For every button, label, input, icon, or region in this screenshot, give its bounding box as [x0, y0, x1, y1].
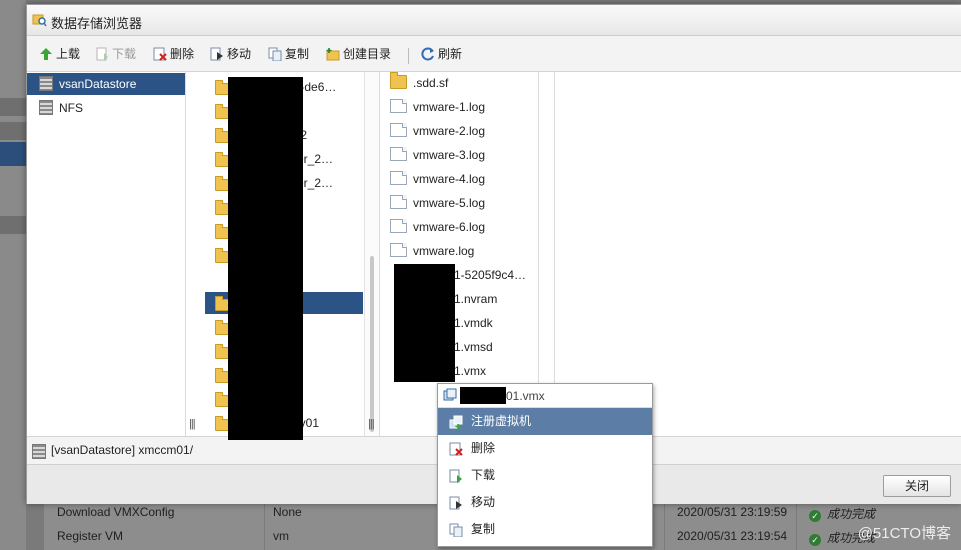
- task-time: 2020/05/31 23:19:54: [677, 529, 788, 543]
- download-icon: [96, 47, 108, 61]
- task-time: 2020/05/31 23:19:59: [677, 505, 788, 519]
- close-button[interactable]: 关闭: [883, 475, 951, 497]
- background-sidebar-item: [0, 122, 26, 140]
- task-name: Download VMXConfig: [57, 505, 175, 519]
- delete-menu-item[interactable]: 删除: [438, 435, 652, 462]
- file-item[interactable]: vmware.log: [390, 240, 474, 262]
- toolbar: 上载 下载 删除 移动 复制 创建目录 刷新: [27, 39, 961, 69]
- current-path: [vsanDatastore] xmccm01/: [51, 443, 194, 457]
- datastore-icon: [39, 100, 53, 115]
- file-item[interactable]: vmware-5.log: [390, 192, 485, 214]
- column-resize-grip[interactable]: |||: [189, 418, 196, 430]
- datastore-item-nfs[interactable]: NFS: [39, 97, 83, 119]
- copy-menu-item[interactable]: 复制: [438, 516, 652, 543]
- check-icon: ✓: [809, 510, 821, 522]
- folder-icon: [390, 72, 407, 89]
- upload-button[interactable]: 上载: [39, 46, 80, 64]
- check-icon: ✓: [809, 534, 821, 546]
- file-item[interactable]: 1-5205f9c4…: [454, 264, 526, 286]
- file-item[interactable]: vmware-4.log: [390, 168, 485, 190]
- move-button[interactable]: 移动: [210, 46, 251, 64]
- register-vm-menu-item[interactable]: 注册虚拟机: [438, 408, 652, 435]
- redaction-bar: [228, 77, 303, 440]
- upload-icon: [40, 48, 52, 60]
- task-target: vm: [273, 529, 289, 543]
- file-icon: [390, 99, 407, 113]
- file-item[interactable]: vmware-3.log: [390, 144, 485, 166]
- file-item[interactable]: 1.vmdk: [454, 312, 493, 334]
- context-menu-header: 01.vmx: [438, 384, 652, 408]
- file-icon: [390, 219, 407, 233]
- file-item[interactable]: 1.vmsd: [454, 336, 493, 358]
- redaction-bar: [460, 387, 506, 404]
- copy-icon: [268, 47, 282, 61]
- delete-icon: [153, 47, 167, 61]
- task-status: ✓ 成功完成: [809, 505, 875, 522]
- download-menu-item[interactable]: 下载: [438, 462, 652, 489]
- background-sidebar: [0, 0, 26, 550]
- context-menu: 01.vmx 注册虚拟机 删除 下载 移动 复制: [437, 383, 653, 547]
- delete-icon: [449, 442, 463, 456]
- dialog-titlebar[interactable]: 数据存储浏览器: [27, 5, 961, 36]
- download-button[interactable]: 下载: [95, 46, 136, 64]
- redaction-bar: [394, 264, 455, 382]
- copy-icon: [449, 523, 463, 537]
- datastore-icon: [39, 76, 53, 91]
- context-menu-filename: 01.vmx: [506, 389, 545, 403]
- file-item[interactable]: vmware-1.log: [390, 96, 485, 118]
- file-icon: [390, 171, 407, 185]
- datastore-browser-icon: [32, 14, 47, 27]
- datastore-icon: [32, 444, 46, 459]
- file-item[interactable]: vmware-6.log: [390, 216, 485, 238]
- file-list: .sdd.sf vmware-1.log vmware-2.log vmware…: [380, 72, 538, 436]
- background-sidebar-selected: [0, 142, 26, 166]
- download-icon: [449, 469, 462, 483]
- folder-list: a2-de6… 01 002 rver_2… rver_2… oxy01: [201, 72, 364, 440]
- background-sidebar-item: [0, 98, 26, 116]
- toolbar-separator: [408, 48, 409, 64]
- dialog-title: 数据存储浏览器: [51, 16, 143, 31]
- folder-scrollbar[interactable]: [364, 72, 379, 436]
- column-resize-grip[interactable]: |||: [368, 418, 375, 430]
- file-icon: [390, 123, 407, 137]
- file-icon: [390, 195, 407, 209]
- file-item[interactable]: .sdd.sf: [390, 72, 448, 94]
- refresh-button[interactable]: 刷新: [421, 46, 462, 64]
- create-directory-button[interactable]: 创建目录: [326, 46, 391, 64]
- scrollbar-thumb[interactable]: [370, 256, 374, 432]
- new-folder-icon: [326, 48, 340, 61]
- background-sidebar-item: [0, 216, 26, 234]
- task-name: Register VM: [57, 529, 124, 543]
- move-menu-item[interactable]: 移动: [438, 489, 652, 516]
- refresh-icon: [421, 47, 434, 61]
- file-item[interactable]: vmware-2.log: [390, 120, 485, 142]
- move-icon: [210, 47, 223, 61]
- move-icon: [449, 496, 462, 510]
- watermark: @51CTO博客: [857, 525, 951, 542]
- file-icon: [390, 147, 407, 161]
- register-vm-icon: [449, 415, 463, 429]
- datastore-item-vsandatastore[interactable]: vsanDatastore: [27, 73, 185, 95]
- task-target: None: [273, 505, 302, 519]
- file-icon: [390, 243, 407, 257]
- delete-button[interactable]: 删除: [153, 46, 194, 64]
- copy-button[interactable]: 复制: [268, 46, 309, 64]
- file-item[interactable]: 1.vmx: [454, 360, 486, 382]
- vm-file-icon: [443, 388, 457, 401]
- file-item[interactable]: 1.nvram: [454, 288, 497, 310]
- datastore-list: vsanDatastore NFS: [27, 72, 185, 436]
